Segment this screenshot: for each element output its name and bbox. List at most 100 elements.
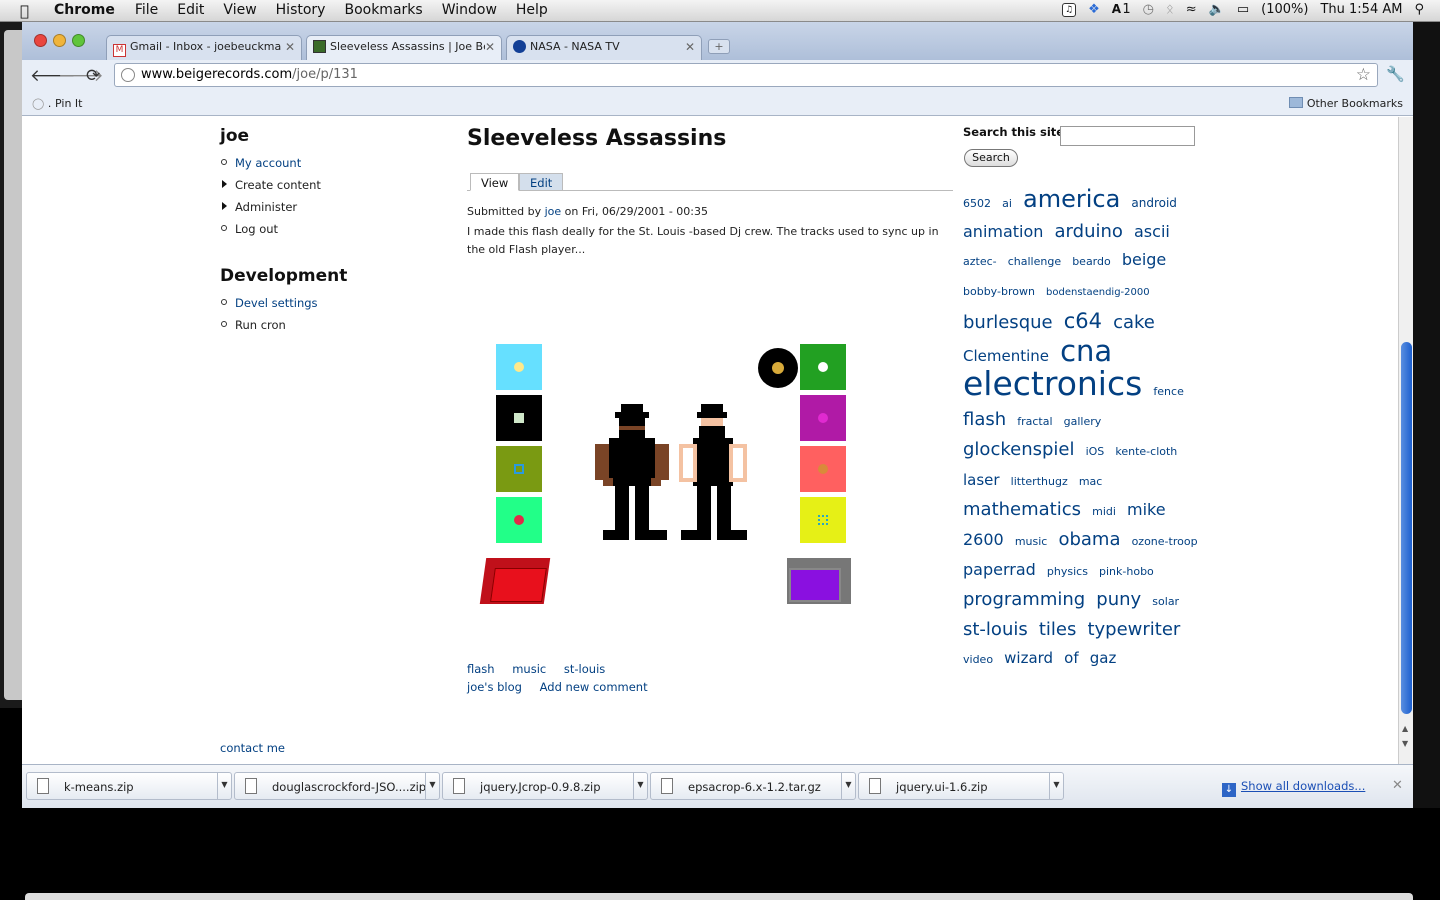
tag-link[interactable]: bobby-brown [963,285,1035,298]
chevron-down-icon[interactable]: ▼ [425,773,439,799]
tag-link[interactable]: america [1023,185,1120,213]
tag-link[interactable]: typewriter [1087,619,1180,640]
tag-link[interactable]: animation [963,222,1043,241]
tag-link[interactable]: aztec- [963,255,997,268]
spotlight-icon[interactable]: ⚲ [1414,2,1424,17]
menu-window[interactable]: Window [442,2,497,18]
tag-link[interactable]: ascii [1134,222,1170,241]
term-link-music[interactable]: music [512,662,546,676]
close-tab-icon[interactable]: ✕ [485,40,495,54]
scroll-up-icon[interactable]: ▲ [1402,724,1408,733]
download-item[interactable]: k-means.zip ▼ [26,772,232,800]
contact-link[interactable]: contact me [220,741,285,755]
tag-link[interactable]: mathematics [963,499,1081,520]
blog-link[interactable]: joe's blog [467,680,522,694]
menu-view[interactable]: View [223,2,256,18]
tag-link[interactable]: music [1015,535,1048,548]
close-tab-icon[interactable]: ✕ [685,40,695,54]
wifi-icon[interactable]: ≈ [1186,2,1197,17]
purple-speaker-box[interactable] [787,558,851,604]
address-bar[interactable]: www.beigerecords.com/joe/p/131 ☆ [114,63,1378,87]
input-indicator[interactable]: A 1 [1112,2,1131,17]
sidebar-item-run-cron[interactable]: Run cron [220,318,440,340]
tag-link[interactable]: of [1064,649,1078,667]
tag-link[interactable]: ozone-troop [1132,535,1198,548]
download-item[interactable]: jquery.Jcrop-0.9.8.zip ▼ [442,772,648,800]
search-input[interactable] [1060,126,1195,146]
close-shelf-icon[interactable]: ✕ [1392,778,1403,793]
chevron-down-icon[interactable]: ▼ [633,773,647,799]
menu-bookmarks[interactable]: Bookmarks [344,2,422,18]
apple-menu-icon[interactable]:  [20,2,29,20]
clock[interactable]: Thu 1:54 AM [1320,2,1402,17]
tag-link[interactable]: bodenstaendig-2000 [1046,287,1150,298]
dropbox-icon[interactable]: ❖ [1088,2,1100,17]
black-tile[interactable] [496,395,542,441]
tag-link[interactable]: st-louis [963,619,1028,640]
green-tile[interactable] [496,497,542,543]
tag-link[interactable]: gaz [1090,649,1117,667]
tag-link[interactable]: puny [1096,589,1141,610]
battery-icon[interactable]: ▭ [1237,2,1249,17]
bluetooth-icon[interactable]: ᛟ [1166,2,1174,17]
flash-movie[interactable] [467,312,867,612]
dj-figure-dark[interactable] [589,404,673,544]
add-comment-link[interactable]: Add new comment [540,680,648,694]
tag-link[interactable]: ai [1002,197,1012,210]
tag-link[interactable]: obama [1058,529,1120,550]
tag-link[interactable]: flash [963,409,1006,430]
tag-link[interactable]: fractal [1017,415,1052,428]
volume-icon[interactable]: 🔈 [1209,2,1225,17]
minimize-window-button[interactable] [53,34,66,47]
menu-history[interactable]: History [276,2,326,18]
vinyl-record[interactable] [758,348,798,388]
tag-link[interactable]: android [1131,196,1177,210]
tag-link[interactable]: iOS [1086,445,1105,458]
bookmark-star-icon[interactable]: ☆ [1356,65,1371,85]
tab-nasa[interactable]: NASA - NASA TV ✕ [506,35,702,60]
tag-link[interactable]: electronics [963,364,1142,403]
download-item[interactable]: douglascrockford-JSO....zip ▼ [234,772,440,800]
reload-button[interactable]: ⟳ [86,66,100,86]
tag-link[interactable]: challenge [1008,255,1061,268]
tag-link[interactable]: cake [1113,312,1155,333]
tag-link[interactable]: laser [963,471,1000,489]
tag-link[interactable]: video [963,653,993,666]
tag-link[interactable]: gallery [1064,415,1102,428]
tag-link[interactable]: Clementine [963,347,1049,365]
tag-link[interactable]: physics [1047,565,1088,578]
tag-link[interactable]: tiles [1039,619,1077,640]
sidebar-item-administer[interactable]: Administer [220,200,440,222]
scroll-down-icon[interactable]: ▼ [1402,739,1408,748]
yellow-tile[interactable] [800,497,846,543]
red-speaker-box[interactable] [479,558,551,604]
tag-link[interactable]: mike [1127,500,1166,519]
tab-gmail[interactable]: M Gmail - Inbox - joebeuckma ✕ [106,35,302,60]
tag-link[interactable]: paperrad [963,560,1036,579]
tag-link[interactable]: litterthugz [1011,475,1068,488]
page-scrollbar[interactable]: ▲ ▼ [1398,117,1413,764]
sidebar-item-my-account[interactable]: My account [220,156,440,178]
download-item[interactable]: jquery.ui-1.6.zip ▼ [858,772,1064,800]
tag-link[interactable]: mac [1079,475,1103,488]
tag-link[interactable]: burlesque [963,312,1053,333]
tag-link[interactable]: programming [963,589,1085,610]
show-all-downloads-link[interactable]: ↓ Show all downloads... [1222,779,1365,797]
olive-tile[interactable] [496,446,542,492]
scrollbar-thumb[interactable] [1401,342,1412,714]
menu-edit[interactable]: Edit [177,2,204,18]
chevron-down-icon[interactable]: ▼ [841,773,855,799]
tag-link[interactable]: arduino [1055,221,1123,242]
zoom-window-button[interactable] [72,34,85,47]
term-link-st-louis[interactable]: st-louis [564,662,605,676]
sidebar-item-devel-settings[interactable]: Devel settings [220,296,440,318]
close-tab-icon[interactable]: ✕ [285,40,295,54]
menu-app-name[interactable]: Chrome [54,2,115,18]
author-link[interactable]: joe [545,205,562,218]
tag-link[interactable]: glockenspiel [963,439,1074,460]
menu-file[interactable]: File [135,2,158,18]
wrench-menu-icon[interactable]: 🔧 [1386,65,1405,83]
tab-edit[interactable]: Edit [519,173,564,191]
tag-link[interactable]: kente-cloth [1115,445,1177,458]
search-button[interactable]: Search [964,149,1018,167]
